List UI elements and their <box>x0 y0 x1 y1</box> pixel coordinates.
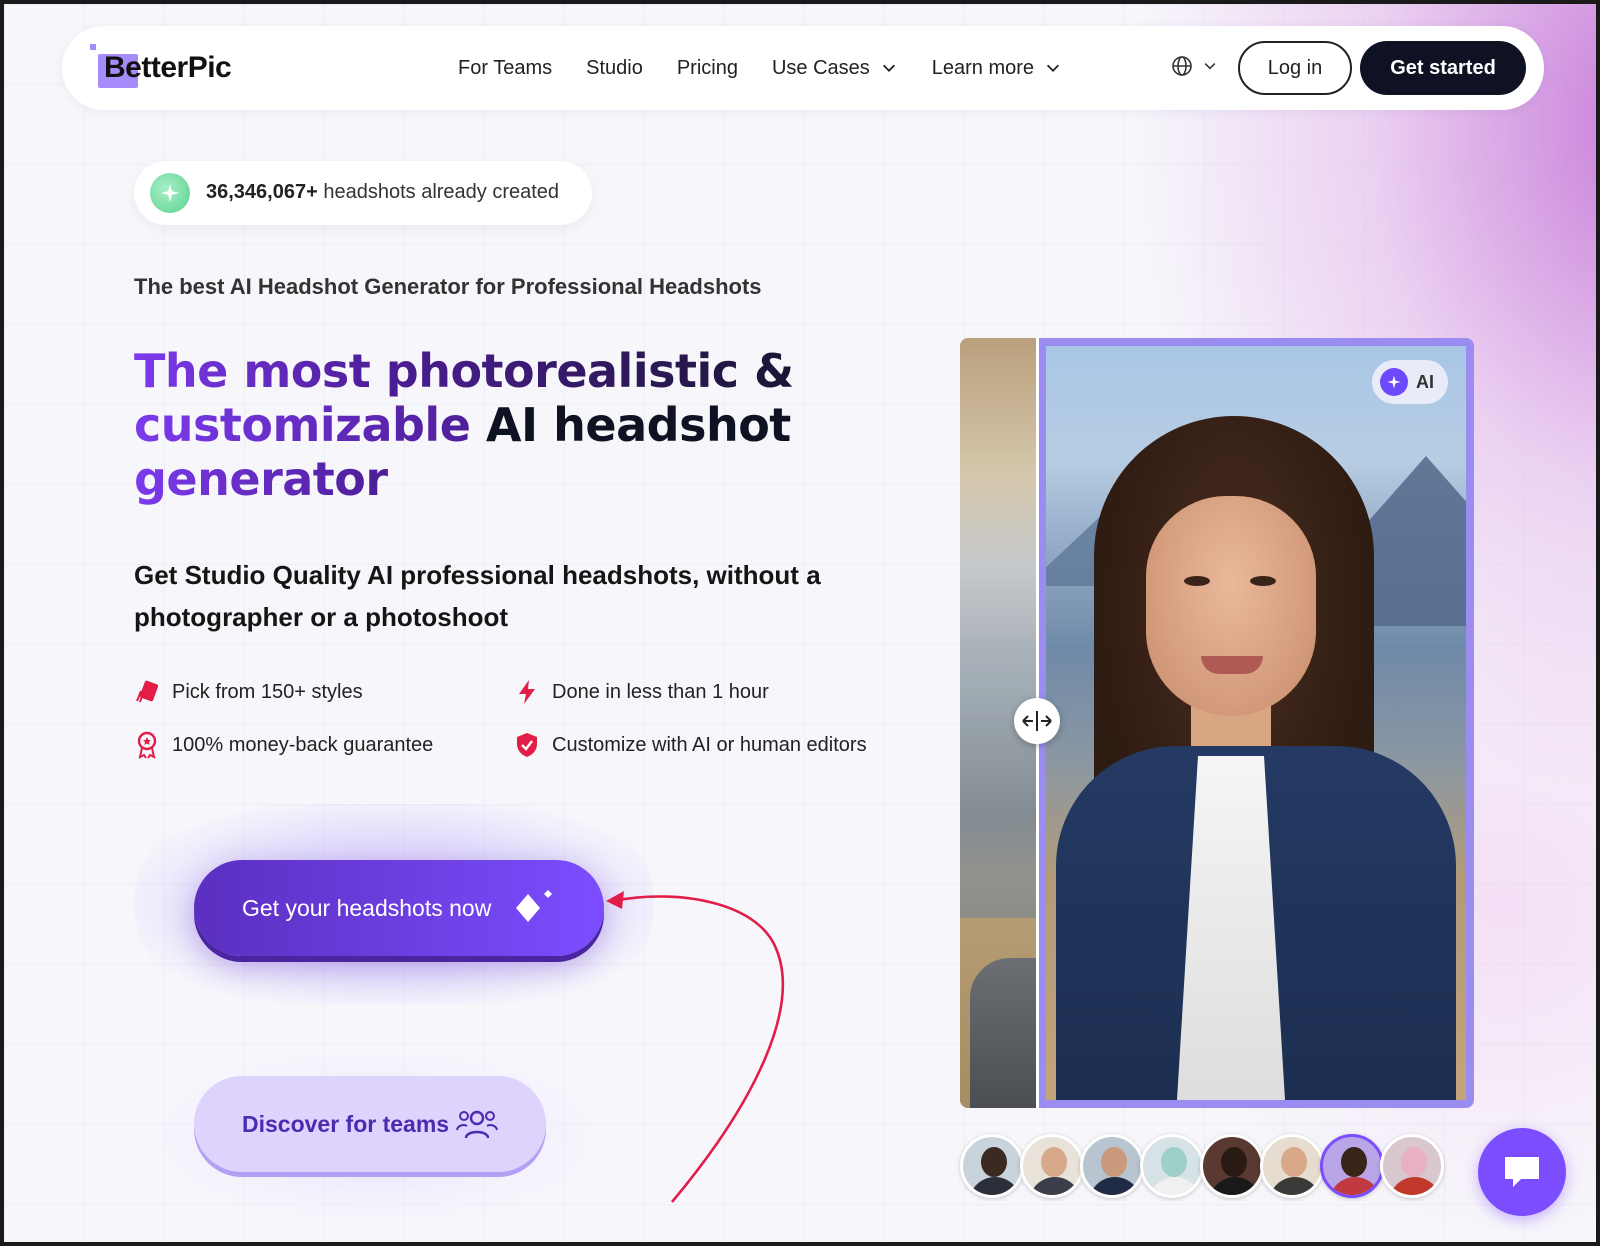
annotation-arrow <box>606 891 784 1203</box>
teams-label: Discover for teams <box>242 1110 450 1137</box>
nav-link-label: Learn more <box>931 56 1035 79</box>
feature-customize: Customize with AI or human editors <box>514 732 867 758</box>
hero-headline: The most photorealistic & customizable A… <box>134 344 834 506</box>
chat-support-button[interactable] <box>1478 1128 1566 1216</box>
avatar-example[interactable] <box>960 1134 1024 1198</box>
nav-link-studio[interactable]: Studio <box>586 57 643 80</box>
sparkle-icon <box>150 173 190 213</box>
avatar-example[interactable] <box>1020 1134 1084 1198</box>
avatar-example[interactable] <box>1080 1134 1144 1198</box>
feature-guarantee: 100% money-back guarantee <box>134 731 434 759</box>
nav-link-label: Studio <box>586 56 643 79</box>
portrait-eye <box>1184 576 1210 586</box>
chevron-down-icon <box>882 64 895 72</box>
cta-label: Get your headshots now <box>242 894 492 921</box>
nav-link-label: Use Cases <box>771 56 870 79</box>
globe-icon <box>1172 56 1192 76</box>
top-nav: BetterPic For Teams Studio Pricing Use C… <box>62 26 1544 110</box>
avatar-example[interactable] <box>1260 1134 1324 1198</box>
logo[interactable]: BetterPic <box>90 44 232 88</box>
nav-link-use-cases[interactable]: Use Cases <box>772 57 898 80</box>
ai-label: AI <box>1416 371 1434 392</box>
headline-part: generator <box>134 452 388 506</box>
avatar-example-selected[interactable] <box>1320 1134 1384 1198</box>
discover-teams-button[interactable]: Discover for teams <box>194 1076 546 1172</box>
drag-arrows-icon <box>1022 711 1052 731</box>
headline-part: customizable <box>134 398 486 452</box>
avatar-example[interactable] <box>1200 1134 1264 1198</box>
logo-dot <box>90 44 96 50</box>
headline-part: AI headshot <box>485 398 791 452</box>
portrait-eye <box>1250 576 1276 586</box>
portrait-smile <box>1201 656 1263 674</box>
avatar-example[interactable] <box>1140 1134 1204 1198</box>
nav-link-learn-more[interactable]: Learn more <box>932 57 1062 80</box>
after-photo-frame: AI <box>1038 338 1474 1108</box>
chevron-down-icon <box>1047 64 1060 72</box>
hero-subheading: The best AI Headshot Generator for Profe… <box>134 274 762 299</box>
diamond-sparkle-icon <box>516 890 552 922</box>
styles-tag-icon <box>134 679 160 705</box>
headshot-count-badge: 36,346,067+ headshots already created <box>134 161 592 225</box>
get-started-button[interactable]: Get started <box>1360 41 1526 95</box>
login-button[interactable]: Log in <box>1238 41 1352 95</box>
page-frame: BetterPic For Teams Studio Pricing Use C… <box>0 0 1600 1246</box>
feature-label: 100% money-back guarantee <box>172 733 434 756</box>
badge-text: 36,346,067+ headshots already created <box>206 181 559 204</box>
headline-part: The most <box>134 344 386 398</box>
lightning-icon <box>514 679 540 705</box>
portrait-face <box>1146 496 1316 716</box>
chat-bubble-icon <box>1505 1157 1539 1187</box>
feature-label: Done in less than 1 hour <box>552 680 769 703</box>
sparkle-icon <box>1380 368 1408 396</box>
feature-label: Pick from 150+ styles <box>172 680 363 703</box>
feature-label: Customize with AI or human editors <box>552 733 867 756</box>
feature-speed: Done in less than 1 hour <box>514 679 769 705</box>
language-selector[interactable] <box>1170 54 1218 78</box>
feature-styles: Pick from 150+ styles <box>134 679 363 705</box>
nav-link-label: Pricing <box>676 56 738 79</box>
logo-text: BetterPic <box>104 51 232 84</box>
before-window <box>960 638 1038 918</box>
badge-count: 36,346,067+ <box>206 181 318 203</box>
compare-slider-handle[interactable] <box>1014 698 1060 744</box>
badge-label: headshots already created <box>317 181 560 203</box>
nav-link-for-teams[interactable]: For Teams <box>458 57 552 80</box>
shield-check-icon <box>514 732 540 758</box>
get-headshots-button[interactable]: Get your headshots now <box>194 860 604 956</box>
nav-link-label: For Teams <box>458 56 553 79</box>
avatar-example[interactable] <box>1380 1134 1444 1198</box>
example-avatars <box>960 1134 1444 1198</box>
award-ribbon-icon <box>134 731 160 759</box>
nav-link-pricing[interactable]: Pricing <box>677 57 738 80</box>
nav-links: For Teams Studio Pricing Use Cases Learn… <box>458 26 1096 110</box>
team-users-icon <box>456 1110 498 1139</box>
headline-part: photorealistic & <box>385 344 794 398</box>
chevron-down-icon <box>1204 63 1216 70</box>
ai-headshot-image: AI <box>1046 346 1466 1100</box>
ai-label-pill: AI <box>1372 360 1448 404</box>
hero-lead: Get Studio Quality AI professional heads… <box>134 560 821 632</box>
